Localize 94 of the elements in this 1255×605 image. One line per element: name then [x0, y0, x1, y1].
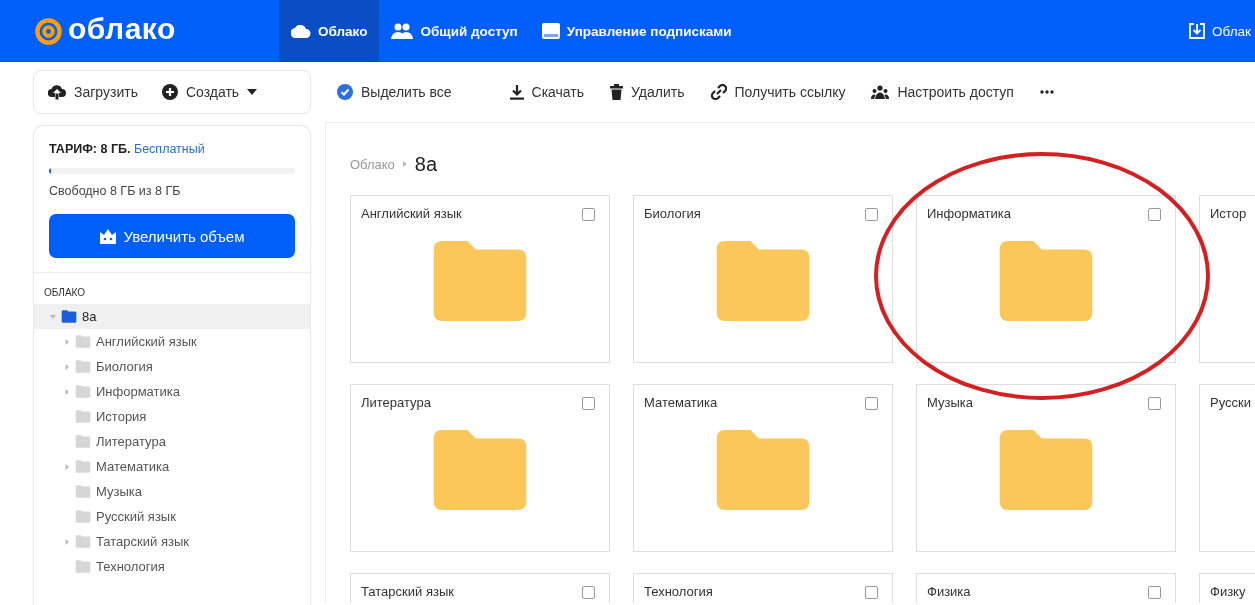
- tree-item[interactable]: Английский язык: [34, 329, 310, 354]
- nav-tab[interactable]: Облако: [279, 0, 380, 62]
- caret-icon: [64, 363, 70, 370]
- folder-card[interactable]: Литература: [350, 384, 610, 552]
- caret-icon: [64, 538, 70, 545]
- plus-circle-icon: [161, 84, 178, 100]
- caret-icon: [50, 313, 56, 320]
- upgrade-button[interactable]: Увеличить объем: [49, 214, 295, 258]
- section-heading: ОБЛАКО: [44, 287, 87, 298]
- folder-icon: [75, 410, 91, 423]
- folder-card[interactable]: Биология: [633, 195, 893, 363]
- checkbox[interactable]: [865, 208, 878, 221]
- folder-card[interactable]: Информатика: [916, 195, 1176, 363]
- folder-card[interactable]: Физика: [916, 573, 1176, 603]
- download-box-icon: [1189, 23, 1206, 39]
- folder-card[interactable]: Татарский язык: [350, 573, 610, 603]
- toolbar-action[interactable]: Получить ссылку: [710, 84, 846, 100]
- tree-item[interactable]: Технология: [34, 554, 310, 579]
- folder-icon: [75, 485, 91, 498]
- tree-item[interactable]: Литература: [34, 429, 310, 454]
- folder-card[interactable]: Английский язык: [350, 195, 610, 363]
- cloud-icon: [291, 24, 311, 38]
- checkbox[interactable]: [865, 397, 878, 410]
- tree-item[interactable]: Информатика: [34, 379, 310, 404]
- folder-name: Математика: [644, 395, 718, 410]
- folder-icon: [75, 335, 91, 348]
- toolbar-action[interactable]: Выделить все: [337, 84, 452, 100]
- nav-tab[interactable]: Управление подписками: [529, 0, 744, 62]
- folder-name: Татарский язык: [361, 584, 454, 599]
- more-icon: [1039, 90, 1054, 94]
- folder-name: Физика: [927, 584, 971, 599]
- trash-icon: [610, 84, 624, 100]
- toolbar-action[interactable]: Удалить: [610, 84, 685, 100]
- folder-icon: [75, 360, 91, 373]
- caret-icon: [64, 388, 70, 395]
- check-circle-icon: [337, 84, 353, 100]
- tree-item[interactable]: История: [34, 404, 310, 429]
- checkbox[interactable]: [582, 397, 595, 410]
- checkbox[interactable]: [865, 586, 878, 599]
- logo-text: облако: [68, 12, 176, 46]
- folder-card[interactable]: Технология: [633, 573, 893, 603]
- folder-card[interactable]: Истор: [1199, 195, 1255, 363]
- folder-name: Технология: [644, 584, 713, 599]
- folder-name: Биология: [644, 206, 701, 221]
- card-icon: [541, 23, 560, 39]
- download-icon: [509, 84, 524, 100]
- folder-card[interactable]: Математика: [633, 384, 893, 552]
- create-button[interactable]: Создать: [161, 84, 258, 100]
- folder-icon: [75, 385, 91, 398]
- checkbox[interactable]: [1148, 397, 1161, 410]
- checkbox[interactable]: [1148, 208, 1161, 221]
- folder-name: Русски: [1210, 395, 1251, 410]
- tree-item[interactable]: Биология: [34, 354, 310, 379]
- tree-item[interactable]: Математика: [34, 454, 310, 479]
- folder-icon: [75, 460, 91, 473]
- people-icon: [391, 23, 414, 39]
- caret-icon: [64, 338, 70, 345]
- folder-name: Музыка: [927, 395, 973, 410]
- folder-name: Физку: [1210, 584, 1246, 599]
- link-icon: [710, 84, 727, 100]
- crown-icon: [99, 228, 116, 244]
- tree-item[interactable]: Русский язык: [34, 504, 310, 529]
- people-icon: [871, 85, 890, 99]
- toolbar-action[interactable]: Скачать: [509, 84, 585, 100]
- cloud-upload-icon: [48, 84, 66, 100]
- folder-icon: [75, 560, 91, 573]
- folder-icon: [75, 435, 91, 448]
- upload-button[interactable]: Загрузить: [48, 84, 138, 100]
- caret-down-icon: [247, 89, 258, 95]
- folder-icon: [61, 310, 77, 323]
- checkbox[interactable]: [1148, 586, 1161, 599]
- nav-tab[interactable]: Общий доступ: [379, 0, 530, 62]
- install-link[interactable]: Облак: [1189, 0, 1255, 62]
- folder-card[interactable]: Русски: [1199, 384, 1255, 552]
- toolbar-action[interactable]: Настроить доступ: [871, 84, 1014, 100]
- tree-item[interactable]: 8а: [34, 304, 310, 329]
- chevron-icon: [402, 161, 407, 167]
- plan-text: ТАРИФ: 8 ГБ. Бесплатный: [49, 142, 206, 156]
- folder-icon: [75, 510, 91, 523]
- folder-card[interactable]: Физку: [1199, 573, 1255, 603]
- current-folder-title: 8а: [414, 152, 438, 176]
- folder-name: Истор: [1210, 206, 1247, 221]
- more-button[interactable]: [1039, 90, 1054, 94]
- folder-icon: [75, 535, 91, 548]
- folder-name: Информатика: [927, 206, 1011, 221]
- folder-name: Английский язык: [361, 206, 462, 221]
- caret-icon: [64, 463, 70, 470]
- folder-name: Литература: [361, 395, 431, 410]
- storage-text: Свободно 8 ГБ из 8 ГБ: [49, 184, 182, 198]
- folder-card[interactable]: Музыка: [916, 384, 1176, 552]
- tree-item[interactable]: Музыка: [34, 479, 310, 504]
- checkbox[interactable]: [582, 586, 595, 599]
- checkbox[interactable]: [582, 208, 595, 221]
- tree-item[interactable]: Татарский язык: [34, 529, 310, 554]
